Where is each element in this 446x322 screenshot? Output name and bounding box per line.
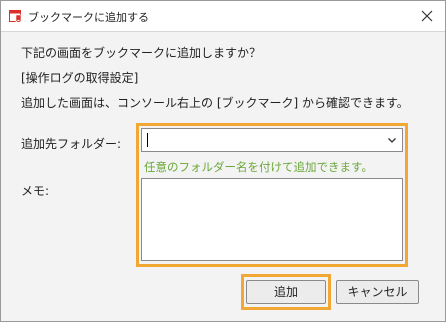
chevron-down-icon[interactable] (387, 135, 397, 145)
close-icon[interactable] (417, 6, 437, 26)
dialog-title: ブックマークに追加する (28, 11, 149, 24)
folder-label: 追加先フォルダー: (21, 137, 122, 151)
memo-field[interactable] (141, 178, 403, 261)
text-cursor (147, 133, 148, 147)
cancel-button[interactable]: キャンセル (336, 280, 419, 304)
folder-hint: 任意のフォルダー名を付けて追加できます。 (144, 160, 373, 174)
add-button[interactable]: 追加 (246, 280, 326, 304)
bookmark-location-info: 追加した画面は、コンソール右上の [ブックマーク] から確認できます。 (21, 96, 409, 110)
title-bar[interactable]: ブックマークに追加する (1, 1, 445, 32)
bookmark-add-icon (9, 10, 22, 23)
folder-select[interactable] (141, 128, 403, 152)
memo-label: メモ: (21, 184, 50, 198)
confirm-question: 下記の画面をブックマークに追加しますか？ (21, 46, 262, 60)
target-screen-name: [操作ログの取得設定] (21, 71, 139, 85)
bookmark-dialog: ブックマークに追加する 下記の画面をブックマークに追加しますか？ [操作ログの取… (0, 0, 446, 322)
